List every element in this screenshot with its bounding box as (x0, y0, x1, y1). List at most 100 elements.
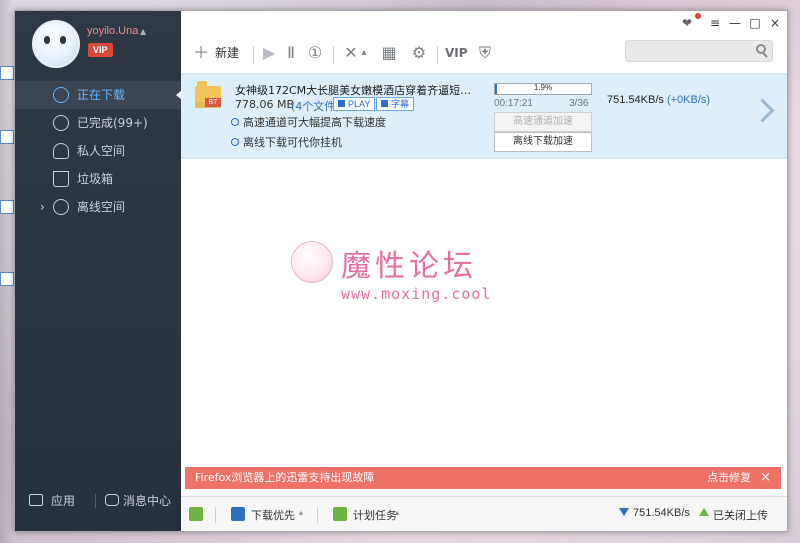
chevron-right-icon[interactable] (750, 98, 775, 123)
sidebar-bottom-divider (95, 494, 96, 508)
one-click-icon[interactable]: ① (305, 43, 325, 63)
sidebar-item-label: 垃圾箱 (77, 172, 114, 186)
schedule-label[interactable]: 计划任务 (353, 507, 397, 523)
subtitle-label: 字幕 (391, 99, 410, 109)
checkmark-icon (53, 115, 69, 131)
download-speed-extra: (+0KB/s) (666, 94, 711, 106)
progress-bar: 1.9% (494, 83, 592, 95)
sidebar-item-label: 离线空间 (77, 200, 126, 214)
user-menu-caret-icon[interactable]: ▲ (140, 27, 146, 36)
delete-menu-caret-icon[interactable]: ▴ (359, 43, 369, 63)
high-speed-accelerate-button[interactable]: 高速通道加速 (494, 112, 592, 132)
download-speed-value: 751.54KB/s (607, 94, 664, 106)
play-label: PLAY (348, 99, 371, 109)
star-icon (381, 100, 388, 107)
offline-accelerate-button[interactable]: 离线下载加速 (494, 132, 592, 152)
apps-label: 应用 (51, 494, 76, 508)
watermark: 魔性论坛 www.moxing.cool (291, 241, 551, 311)
skin-icon[interactable]: ❤ (679, 15, 695, 31)
new-task-icon[interactable]: ＋ (191, 43, 211, 63)
sidebar-bottom: 应用 消息中心 (15, 487, 181, 515)
search-icon[interactable] (756, 44, 766, 54)
play-mini-icon (338, 100, 345, 107)
main-panel: ❤ ≡ — □ × ＋ 新建 ▶ Ⅱ ① ✕ ▴ ▦ ⚙ VIP ⛨ BT 女神… (181, 11, 787, 531)
pieces-count: 3/36 (569, 98, 589, 109)
trash-icon (53, 171, 69, 187)
desktop-icon[interactable] (0, 272, 14, 286)
desktop-icon[interactable] (0, 130, 14, 144)
watermark-url: www.moxing.cool (341, 285, 492, 303)
settings-icon[interactable]: ⚙ (409, 43, 429, 63)
folder-icon: BT (195, 81, 221, 108)
close-icon[interactable]: × (767, 15, 783, 31)
bt-badge-icon: BT (205, 98, 221, 107)
hint-high-speed: 高速通道可大幅提高下载速度 (243, 116, 386, 129)
download-priority-icon[interactable] (231, 507, 245, 521)
sidebar-item-label: 私人空间 (77, 144, 126, 158)
back-icon[interactable] (189, 507, 203, 521)
delete-icon[interactable]: ✕ (341, 43, 361, 63)
message-center-button[interactable]: 消息中心 (105, 487, 179, 515)
error-banner: Firefox浏览器上的迅雷支持出现故障 点击修复 × (185, 467, 781, 489)
banner-fix-link[interactable]: 点击修复 (707, 467, 751, 489)
task-title[interactable]: 女神级172CM大长腿美女嫩模酒店穿着齐逼短裙装趴在… (235, 82, 481, 98)
status-download-speed: 751.54KB/s (633, 507, 690, 519)
download-task-row[interactable]: BT 女神级172CM大长腿美女嫩模酒店穿着齐逼短裙装趴在… 778.06 MB… (181, 73, 787, 159)
sidebar: yoyilo.Una ▲ VIP 正在下载 已完成(99+) 私人空间 垃圾箱 (15, 11, 182, 531)
download-priority-caret-icon[interactable]: ▴ (299, 508, 303, 517)
subtitle-button[interactable]: 字幕 (376, 97, 415, 111)
sidebar-item-label: 正在下载 (77, 88, 126, 102)
desktop-icon[interactable] (0, 66, 14, 80)
cloud-icon (53, 199, 69, 215)
notification-dot-icon (695, 13, 701, 19)
sidebar-item-trash[interactable]: 垃圾箱 (15, 165, 181, 193)
schedule-icon[interactable] (333, 507, 347, 521)
sidebar-item-completed[interactable]: 已完成(99+) (15, 109, 181, 137)
statusbar-separator (317, 507, 318, 523)
hint-bullet-icon (231, 138, 239, 146)
watermark-title: 魔性论坛 (341, 249, 477, 284)
statusbar-separator (215, 507, 216, 523)
toolbar-separator (437, 46, 438, 64)
banner-message: Firefox浏览器上的迅雷支持出现故障 (195, 471, 375, 484)
vip-badge[interactable]: VIP (88, 43, 113, 57)
speedup-icon[interactable]: ⛨ (475, 43, 495, 63)
sidebar-item-label: 已完成(99+) (77, 116, 148, 130)
download-priority-label[interactable]: 下载优先 (251, 507, 295, 523)
hint-offline: 离线下载可代你挂机 (243, 136, 342, 149)
task-size: 778.06 MB (235, 98, 295, 111)
avatar[interactable] (32, 20, 80, 68)
status-bar: 下载优先 ▴ 计划任务 ▴ 751.54KB/s 已关闭上传 (181, 496, 787, 531)
banner-close-icon[interactable]: × (760, 467, 771, 489)
search-input[interactable] (626, 41, 758, 59)
elapsed-time: 00:17:21 (494, 98, 533, 109)
minimize-icon[interactable]: — (727, 15, 743, 31)
pause-icon[interactable]: Ⅱ (281, 43, 301, 63)
apps-button[interactable]: 应用 (29, 487, 89, 515)
sidebar-item-downloading[interactable]: 正在下载 (15, 81, 182, 109)
menu-icon[interactable]: ≡ (707, 15, 723, 31)
toolbar-separator (253, 46, 254, 64)
download-speed-icon (619, 508, 629, 516)
play-button[interactable]: PLAY (333, 97, 376, 111)
expand-chevron-icon[interactable]: › (40, 193, 45, 221)
username[interactable]: yoyilo.Una (87, 25, 138, 37)
search-box[interactable] (625, 40, 773, 62)
vip-button[interactable]: VIP (445, 43, 468, 63)
schedule-caret-icon[interactable]: ▴ (395, 508, 399, 517)
sidebar-item-private-space[interactable]: 私人空间 (15, 137, 181, 165)
play-icon[interactable]: ▶ (259, 43, 279, 63)
watermark-avatar-icon (291, 241, 333, 283)
upload-icon (699, 508, 709, 516)
download-speed: 751.54KB/s (+0KB/s) (607, 94, 710, 106)
upload-status[interactable]: 已关闭上传 (713, 507, 768, 523)
desktop-icon[interactable] (0, 200, 14, 214)
progress-text: 1.9% (533, 83, 553, 92)
sidebar-nav: 正在下载 已完成(99+) 私人空间 垃圾箱 › 离线空间 (15, 81, 182, 221)
maximize-icon[interactable]: □ (747, 15, 763, 31)
new-task-button[interactable]: 新建 (215, 43, 239, 63)
sidebar-item-offline-space[interactable]: › 离线空间 (15, 193, 181, 221)
grid-icon[interactable]: ▦ (379, 43, 399, 63)
hint-bullet-icon (231, 118, 239, 126)
download-icon (53, 87, 69, 103)
